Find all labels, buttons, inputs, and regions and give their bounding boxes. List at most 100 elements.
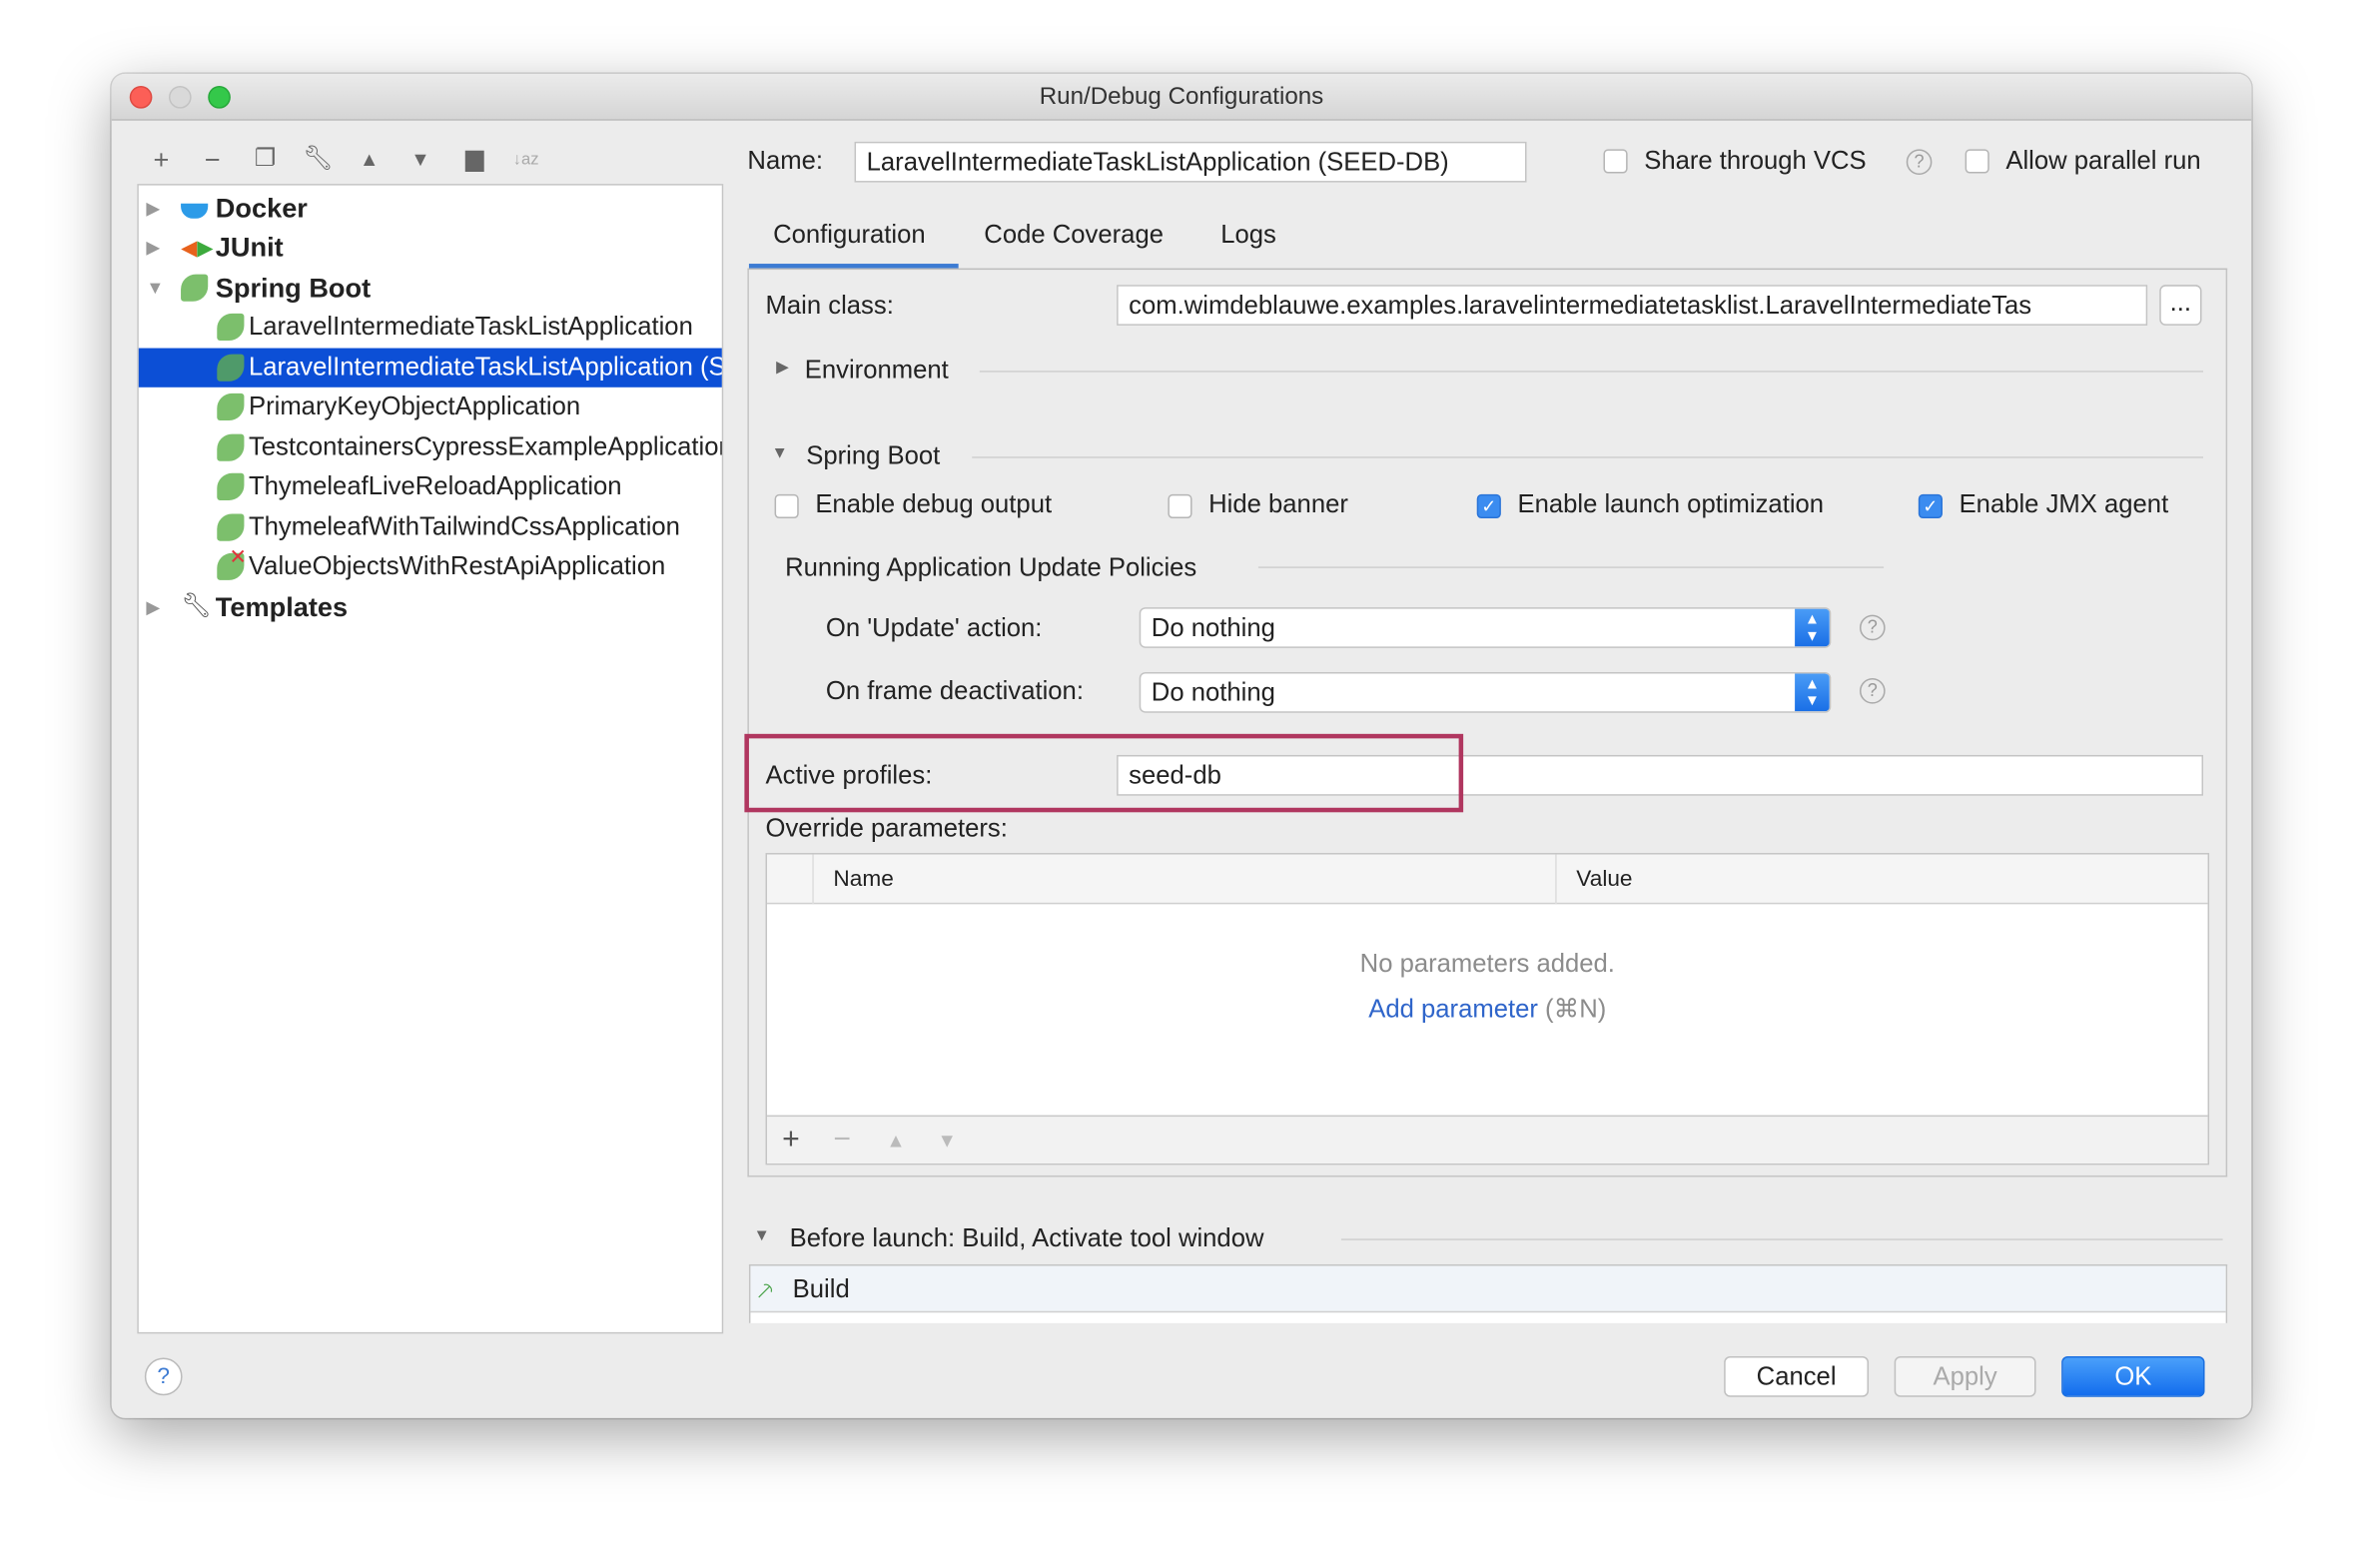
- tab-code-coverage[interactable]: Code Coverage: [984, 220, 1164, 250]
- tab-logs[interactable]: Logs: [1220, 220, 1276, 250]
- tree-group-spring-boot[interactable]: ▼ Spring Boot: [139, 269, 722, 308]
- main-class-label: Main class:: [765, 291, 894, 320]
- collapse-arrow-icon[interactable]: ▼: [753, 1226, 769, 1244]
- error-x-icon: ✕: [229, 546, 248, 568]
- browse-button[interactable]: ...: [2159, 285, 2202, 326]
- checkbox-label: Hide banner: [1208, 489, 1348, 519]
- tree-item[interactable]: ThymeleafLiveReloadApplication: [139, 467, 722, 506]
- tree-group-docker[interactable]: ▶ Docker: [139, 189, 722, 228]
- tree-label: JUnit: [215, 232, 284, 263]
- spring-boot-icon: [217, 392, 245, 420]
- minus-icon[interactable]: −: [833, 1123, 851, 1158]
- share-vcs-checkbox[interactable]: [1603, 149, 1628, 174]
- environment-section[interactable]: Environment: [805, 356, 949, 386]
- tree-group-junit[interactable]: ▶ ◀▶ JUnit: [139, 228, 722, 267]
- column-name[interactable]: Name: [833, 867, 893, 893]
- help-button[interactable]: ?: [144, 1357, 183, 1396]
- arrow-down-icon[interactable]: ▼: [938, 1129, 957, 1152]
- update-action-select[interactable]: Do nothing ▲ ▼: [1139, 607, 1832, 648]
- apply-button[interactable]: Apply: [1894, 1356, 2036, 1397]
- shortcut-hint: (⌘N): [1545, 994, 1607, 1024]
- tree-label: PrimaryKeyObjectApplication: [248, 392, 581, 420]
- list-item-label: Build: [792, 1274, 850, 1304]
- checkbox-label: Enable debug output: [815, 489, 1053, 519]
- build-hammer-icon: ⸕: [754, 1274, 776, 1305]
- main-class-input[interactable]: com.wimdeblauwe.examples.laravelintermed…: [1117, 285, 2148, 326]
- configuration-tree[interactable]: ▶ Docker ▶ ◀▶ JUnit ▼ Spring Boot Larave…: [137, 184, 724, 1334]
- run-debug-dialog: Run/Debug Configurations + − ❐ 🔧︎ ▲ ▼ ▆ …: [111, 73, 2252, 1418]
- spring-boot-section[interactable]: Spring Boot: [806, 441, 940, 471]
- sort-alpha-icon[interactable]: ↓az: [509, 143, 542, 176]
- update-action-label: On 'Update' action:: [825, 613, 1043, 642]
- wrench-icon: 🔧︎: [181, 593, 212, 620]
- ok-button[interactable]: OK: [2061, 1356, 2205, 1397]
- frame-deactivation-select[interactable]: Do nothing ▲ ▼: [1139, 671, 1832, 713]
- policies-title: Running Application Update Policies: [785, 552, 1197, 582]
- new-folder-icon[interactable]: ▆: [458, 143, 491, 176]
- docker-icon: [181, 203, 209, 219]
- override-parameters-label: Override parameters:: [765, 813, 1008, 843]
- select-value: Do nothing: [1151, 678, 1275, 707]
- hide-banner-checkbox[interactable]: [1168, 493, 1192, 519]
- cancel-button[interactable]: Cancel: [1724, 1356, 1870, 1397]
- spring-boot-icon: [217, 472, 245, 500]
- expand-arrow-icon[interactable]: ▶: [146, 228, 160, 267]
- tree-label: ThymeleafWithTailwindCssApplication: [248, 512, 680, 541]
- wrench-icon[interactable]: 🔧︎: [302, 143, 335, 176]
- spring-boot-icon: [217, 513, 245, 541]
- enable-jmx-agent-checkbox[interactable]: ✓: [1918, 493, 1943, 519]
- tree-item[interactable]: PrimaryKeyObjectApplication: [139, 388, 722, 426]
- chevron-up-down-icon[interactable]: ▲ ▼: [1795, 608, 1830, 647]
- name-input[interactable]: LaravelIntermediateTaskListApplication (…: [854, 141, 1527, 183]
- name-label: Name:: [747, 146, 823, 176]
- minus-icon[interactable]: −: [196, 143, 229, 176]
- enable-debug-output-checkbox[interactable]: [774, 493, 799, 519]
- tree-label: Templates: [215, 591, 349, 623]
- select-value: Do nothing: [1151, 613, 1275, 642]
- tree-item[interactable]: ✕ ValueObjectsWithRestApiApplication: [139, 547, 722, 586]
- add-parameter-link[interactable]: Add parameter: [1368, 995, 1538, 1024]
- tree-label: Spring Boot: [215, 273, 372, 304]
- enable-launch-optimization-checkbox[interactable]: ✓: [1476, 493, 1501, 519]
- tab-configuration[interactable]: Configuration: [773, 220, 926, 250]
- arrow-down-icon[interactable]: ▼: [403, 143, 436, 176]
- tree-label: TestcontainersCypressExampleApplication: [248, 432, 722, 461]
- tree-group-templates[interactable]: ▶ 🔧︎ Templates: [139, 587, 722, 626]
- empty-state-text: No parameters added.: [1359, 949, 1615, 979]
- list-item[interactable]: ⸕ Build: [750, 1265, 2226, 1313]
- spring-boot-icon: [217, 354, 245, 382]
- tree-label: Docker: [215, 193, 308, 224]
- table-toolbar: + − ▲ ▼: [767, 1115, 2208, 1164]
- allow-parallel-label: Allow parallel run: [2005, 146, 2201, 176]
- expand-arrow-icon[interactable]: ▶: [776, 358, 789, 377]
- help-icon[interactable]: ?: [1859, 614, 1886, 641]
- checkbox-label: Enable JMX agent: [1959, 489, 2169, 519]
- plus-icon[interactable]: +: [782, 1123, 800, 1158]
- expand-arrow-icon[interactable]: ▶: [146, 189, 160, 228]
- before-launch-list: ⸕ Build: [748, 1263, 2228, 1323]
- help-icon[interactable]: ?: [1906, 149, 1933, 176]
- copy-icon[interactable]: ❐: [249, 143, 282, 176]
- plus-icon[interactable]: +: [145, 143, 178, 176]
- window-title: Run/Debug Configurations: [1039, 84, 1324, 111]
- chevron-up-down-icon[interactable]: ▲ ▼: [1795, 673, 1830, 712]
- tree-item[interactable]: ThymeleafWithTailwindCssApplication: [139, 507, 722, 546]
- highlight-box: [744, 733, 1464, 813]
- add-parameter-row: Add parameter (⌘N): [767, 995, 2208, 1025]
- tree-label: ValueObjectsWithRestApiApplication: [248, 551, 666, 580]
- divider: [1340, 1238, 2223, 1240]
- tree-label: LaravelIntermediateTaskListApplication (…: [248, 353, 722, 382]
- tree-item-selected[interactable]: LaravelIntermediateTaskListApplication (…: [138, 348, 722, 388]
- collapse-arrow-icon[interactable]: ▼: [772, 444, 788, 462]
- arrow-up-icon[interactable]: ▲: [886, 1129, 905, 1152]
- collapse-arrow-icon[interactable]: ▼: [146, 269, 164, 308]
- before-launch-title[interactable]: Before launch: Build, Activate tool wind…: [790, 1223, 1264, 1253]
- help-icon[interactable]: ?: [1859, 678, 1886, 704]
- tree-item[interactable]: TestcontainersCypressExampleApplication: [139, 428, 722, 467]
- junit-icon: ◀▶: [181, 235, 214, 260]
- arrow-up-icon[interactable]: ▲: [353, 143, 386, 176]
- allow-parallel-checkbox[interactable]: [1965, 149, 1989, 174]
- expand-arrow-icon[interactable]: ▶: [146, 587, 160, 626]
- tree-item[interactable]: LaravelIntermediateTaskListApplication: [139, 308, 722, 347]
- column-value[interactable]: Value: [1576, 867, 1632, 893]
